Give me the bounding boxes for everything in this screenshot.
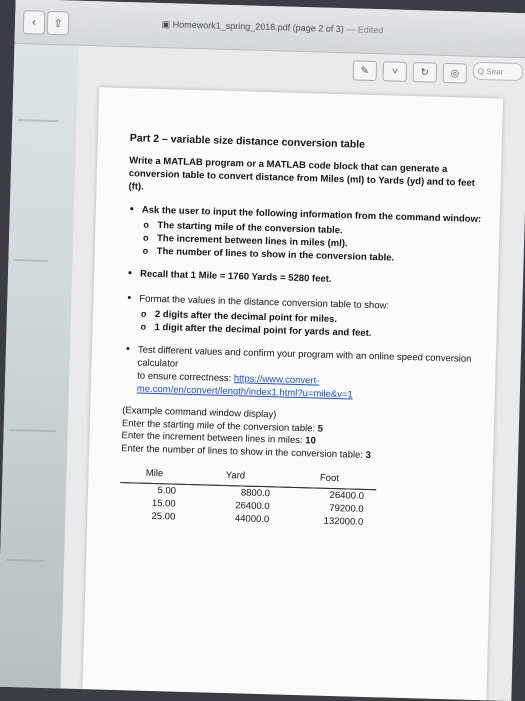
chevron-down-icon: ˅ bbox=[391, 65, 398, 78]
cell-foot: 132000.0 bbox=[323, 515, 364, 528]
markup-pen-button[interactable]: ✎ bbox=[352, 60, 378, 82]
window-title: ▣ Homework1_spring_2018.pdf (page 2 of 3… bbox=[15, 15, 525, 40]
rotate-icon: ↻ bbox=[420, 66, 430, 79]
window-title-text: Homework1_spring_2018.pdf (page 2 of 3) bbox=[172, 19, 344, 35]
window-titlebar: ‹ ⇧ ▣ Homework1_spring_2018.pdf (page 2 … bbox=[14, 0, 525, 59]
cell-mile: 25.00 bbox=[151, 510, 176, 523]
screen: ‹ ⇧ ▣ Homework1_spring_2018.pdf (page 2 … bbox=[0, 0, 525, 701]
annotate-button[interactable]: ◎ bbox=[442, 62, 468, 84]
markup-dropdown-button[interactable]: ˅ bbox=[382, 61, 408, 82]
search-input[interactable]: Q Sear bbox=[472, 61, 524, 82]
column-header-mile: Mile bbox=[145, 467, 164, 480]
document-content: Part 2 – variable size distance conversi… bbox=[119, 132, 490, 532]
intro-paragraph: Write a MATLAB program or a MATLAB code … bbox=[128, 155, 476, 193]
pdf-page: Part 2 – variable size distance conversi… bbox=[82, 87, 504, 701]
section-title: Part 2 – variable size distance conversi… bbox=[129, 132, 366, 151]
test-bullet: Test different values and confirm your p… bbox=[123, 343, 484, 405]
sidebar-background bbox=[0, 0, 80, 689]
cell-yard: 44000.0 bbox=[234, 513, 270, 526]
conversion-table: Mile Yard Foot 5.00 8800.0 26400.0 15.00… bbox=[119, 467, 377, 529]
pen-icon: ✎ bbox=[360, 65, 370, 77]
markup-icon: ◎ bbox=[450, 67, 460, 79]
pdf-toolbar: ✎ ˅ ↻ ◎ bbox=[352, 60, 468, 84]
rotate-button[interactable]: ↻ bbox=[412, 62, 438, 83]
example-display: (Example command window display) Enter t… bbox=[121, 405, 482, 465]
edited-label[interactable]: — Edited bbox=[346, 24, 383, 35]
pdf-file-icon: ▣ bbox=[161, 19, 171, 30]
